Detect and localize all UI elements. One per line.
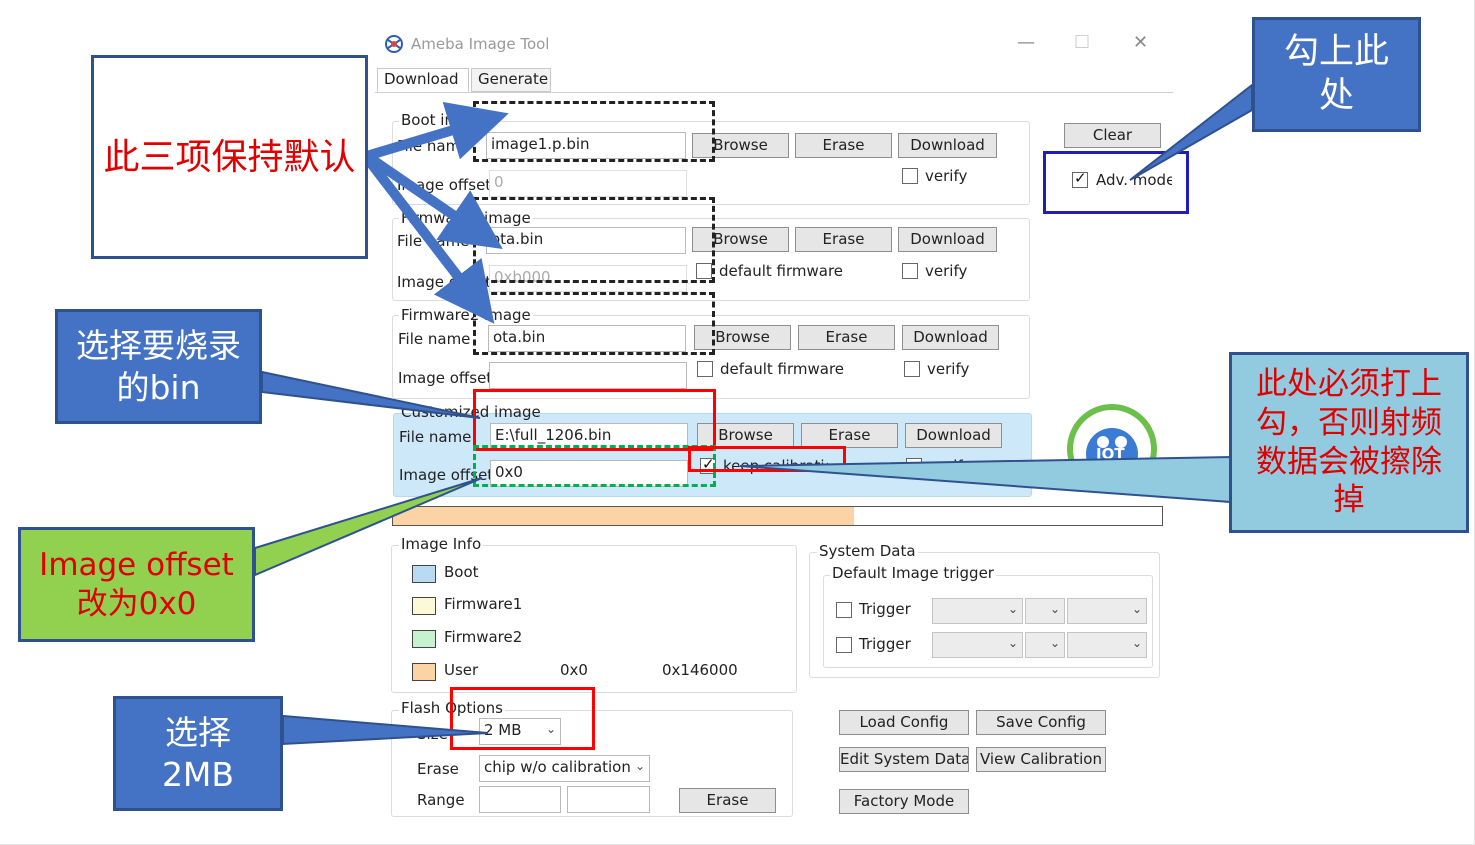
callout-2mb-line1: 选择	[165, 713, 231, 753]
callout-offset-line2: 改为0x0	[76, 585, 197, 622]
callout-select-bin: 选择要烧录的bin	[55, 309, 262, 424]
callout-must-check: 此处必须打上勾，否则射频数据会被擦除掉	[1229, 352, 1469, 533]
callout-offset-line1: Image offset	[39, 546, 234, 583]
callout-offset: Image offset 改为0x0	[18, 527, 255, 642]
callout-2mb-line2: 2MB	[161, 754, 235, 794]
callout-keep-default: 此三项保持默认	[91, 55, 368, 259]
callout-select-2mb: 选择 2MB	[113, 696, 283, 811]
callout-check-here: 勾上此处	[1252, 17, 1421, 132]
